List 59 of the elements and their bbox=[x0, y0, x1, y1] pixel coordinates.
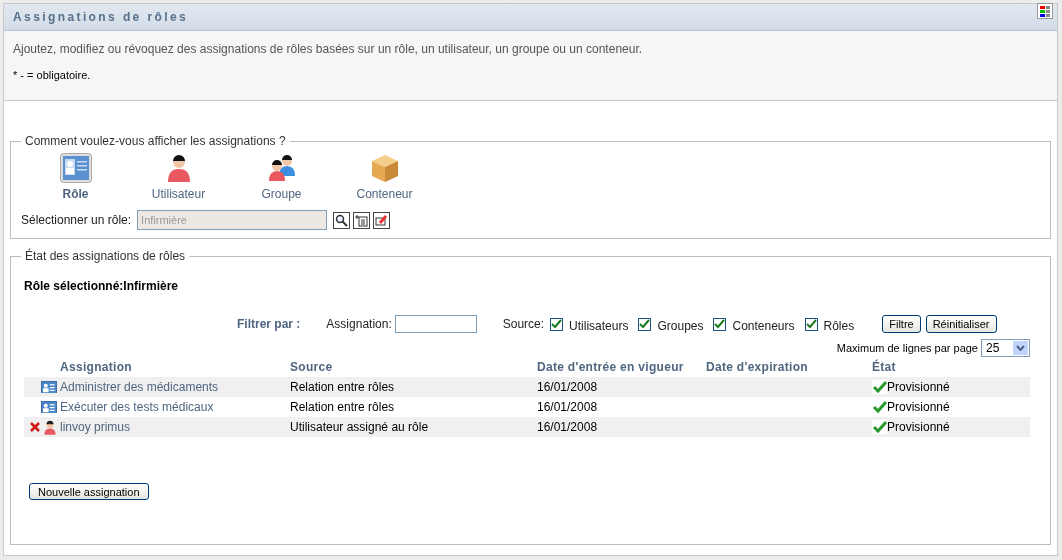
new-assignment-button[interactable]: Nouvelle assignation bbox=[29, 483, 149, 500]
remove-icon[interactable] bbox=[30, 422, 40, 432]
table-cell: Provisionné bbox=[887, 400, 950, 414]
id-card-icon bbox=[41, 400, 57, 414]
field-label: Sélectionner un rôle: bbox=[21, 213, 132, 227]
assignment-field[interactable] bbox=[394, 315, 477, 333]
caret-icon bbox=[1016, 345, 1025, 351]
column-header: État bbox=[872, 360, 897, 374]
column-header: Date d'entrée en vigueur bbox=[537, 360, 685, 374]
table-cell: Provisionné bbox=[887, 380, 950, 394]
view-option[interactable]: Conteneur bbox=[338, 152, 431, 201]
fieldset-legend: État des assignations de rôles bbox=[21, 249, 190, 263]
column-header: Source bbox=[290, 360, 334, 374]
check-icon bbox=[872, 380, 887, 394]
checkbox[interactable] bbox=[550, 317, 564, 331]
checkbox-label: Utilisateurs bbox=[569, 319, 629, 333]
table-cell-text: Relation entre rôles bbox=[290, 380, 396, 394]
page-size-label: Maximum de lignes par page bbox=[836, 342, 978, 354]
check-icon bbox=[872, 420, 887, 434]
table-cell-text: Utilisateur assigné au rôle bbox=[290, 420, 430, 434]
column-header: Assignation bbox=[60, 360, 133, 374]
column-header: Date d'expiration bbox=[706, 360, 809, 374]
user-icon bbox=[43, 419, 57, 435]
list-button[interactable] bbox=[353, 211, 371, 229]
search-button[interactable] bbox=[333, 211, 351, 229]
selected-role-text: Rôle sélectionné:Infirmière bbox=[24, 279, 180, 293]
checkbox-label: Rôles bbox=[823, 319, 855, 333]
assignment-link[interactable]: linvoy primus bbox=[60, 420, 290, 434]
clear-button[interactable] bbox=[373, 211, 391, 229]
assignment-link[interactable]: Administrer des médicaments bbox=[60, 380, 290, 394]
checkbox[interactable] bbox=[804, 317, 818, 331]
page-size-select[interactable]: 25 bbox=[981, 339, 1030, 357]
checkbox-label: Conteneurs bbox=[732, 319, 795, 333]
table-cell: Provisionné bbox=[887, 420, 950, 434]
required-note: * - = obligatoire. bbox=[13, 69, 92, 81]
check-icon bbox=[872, 400, 887, 414]
id-card-icon bbox=[59, 153, 92, 183]
checkbox[interactable] bbox=[638, 317, 652, 331]
table-cell-text: Relation entre rôles bbox=[290, 400, 396, 414]
checkbox[interactable] bbox=[713, 317, 727, 331]
view-option[interactable]: Groupe bbox=[235, 152, 328, 201]
fieldset-legend: Comment voulez-vous afficher les assignations ? bbox=[21, 134, 290, 148]
filter-title: Filtrer par : bbox=[237, 317, 301, 331]
panel-title: Assignations de rôles bbox=[13, 10, 189, 24]
view-option[interactable]: Rôle bbox=[29, 152, 122, 201]
description-text: Ajoutez, modifiez ou révoquez des assignations de rôles basées sur un rôle, un utilisateur, un groupe ou un conteneur. bbox=[13, 42, 644, 56]
reset-button[interactable]: Réinitialiser bbox=[925, 315, 997, 333]
field-label: Assignation: bbox=[326, 317, 392, 331]
field-label: Source: bbox=[502, 317, 545, 331]
table-cell-text: 16/01/2008 bbox=[537, 420, 599, 434]
checkbox-label: Groupes bbox=[657, 319, 704, 333]
view-option[interactable]: Utilisateur bbox=[132, 152, 225, 201]
table-cell-text: 16/01/2008 bbox=[537, 400, 599, 414]
filter-button[interactable]: Filtre bbox=[882, 315, 921, 333]
table-cell-text: 16/01/2008 bbox=[537, 380, 599, 394]
assignment-link[interactable]: Exécuter des tests médicaux bbox=[60, 400, 290, 414]
layout-menu-button[interactable] bbox=[1037, 3, 1053, 19]
id-card-icon bbox=[41, 380, 57, 394]
box-icon bbox=[370, 153, 399, 183]
